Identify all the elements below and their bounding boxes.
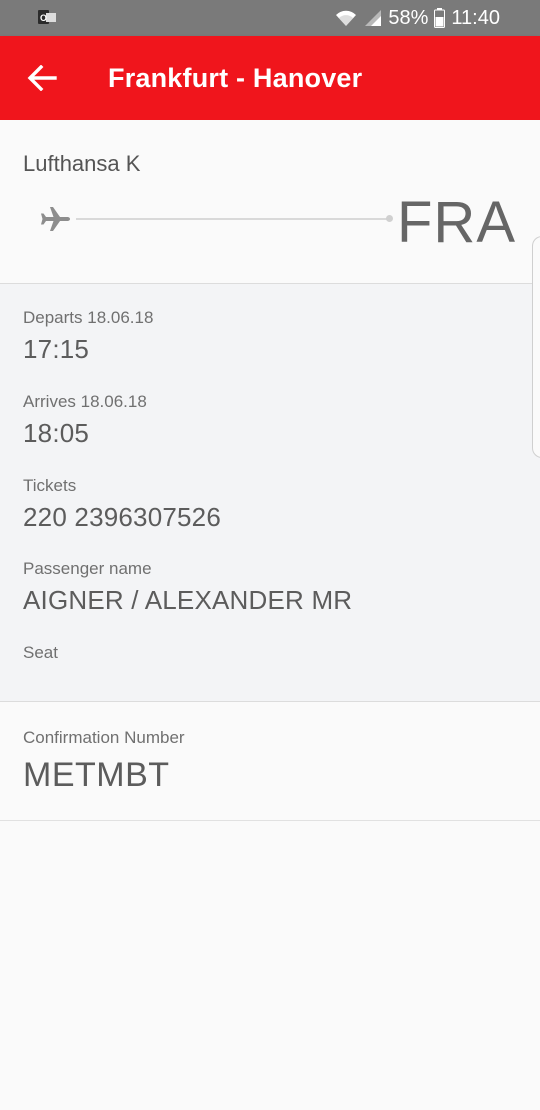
passenger-value: AIGNER / ALEXANDER MR <box>23 585 353 615</box>
page-title: Frankfurt - Hanover <box>108 63 363 93</box>
signal-icon <box>364 9 382 27</box>
passenger-label: Passenger name <box>23 559 152 578</box>
svg-text:O: O <box>40 13 47 23</box>
route-end-dot <box>386 215 393 222</box>
seat-label: Seat <box>23 643 58 662</box>
tickets-label: Tickets <box>23 476 77 495</box>
app-bar: Frankfurt - Hanover <box>0 36 540 120</box>
confirmation-label: Confirmation Number <box>23 728 185 747</box>
tickets-value: 220 2396307526 <box>23 502 222 532</box>
airline-name: Lufthansa K <box>23 151 141 176</box>
status-bar: O 58% 11:40 <box>0 0 540 36</box>
back-button[interactable] <box>24 58 60 98</box>
battery-icon <box>434 8 446 28</box>
confirmation-number: METMBT <box>23 756 170 794</box>
clock: 11:40 <box>451 7 500 29</box>
airport-code: FRA <box>397 190 516 255</box>
battery-percent: 58% <box>388 7 429 29</box>
route-line <box>76 218 388 220</box>
confirmation-section: Confirmation Number METMBT <box>0 702 540 821</box>
arrives-label: Arrives 18.06.18 <box>23 392 147 411</box>
flight-header: Lufthansa K FRA <box>0 120 540 284</box>
airplane-icon <box>40 205 72 233</box>
arrives-time: 18:05 <box>23 418 90 448</box>
arrow-back-icon <box>27 65 57 91</box>
outlook-icon: O <box>38 9 56 25</box>
departs-time: 17:15 <box>23 334 90 364</box>
wifi-icon <box>334 8 358 28</box>
departs-label: Departs 18.06.18 <box>23 308 154 327</box>
side-panel-handle[interactable] <box>532 236 540 458</box>
flight-details: Departs 18.06.18 17:15 Arrives 18.06.18 … <box>0 284 540 702</box>
status-indicators: 58% 11:40 <box>334 5 500 31</box>
